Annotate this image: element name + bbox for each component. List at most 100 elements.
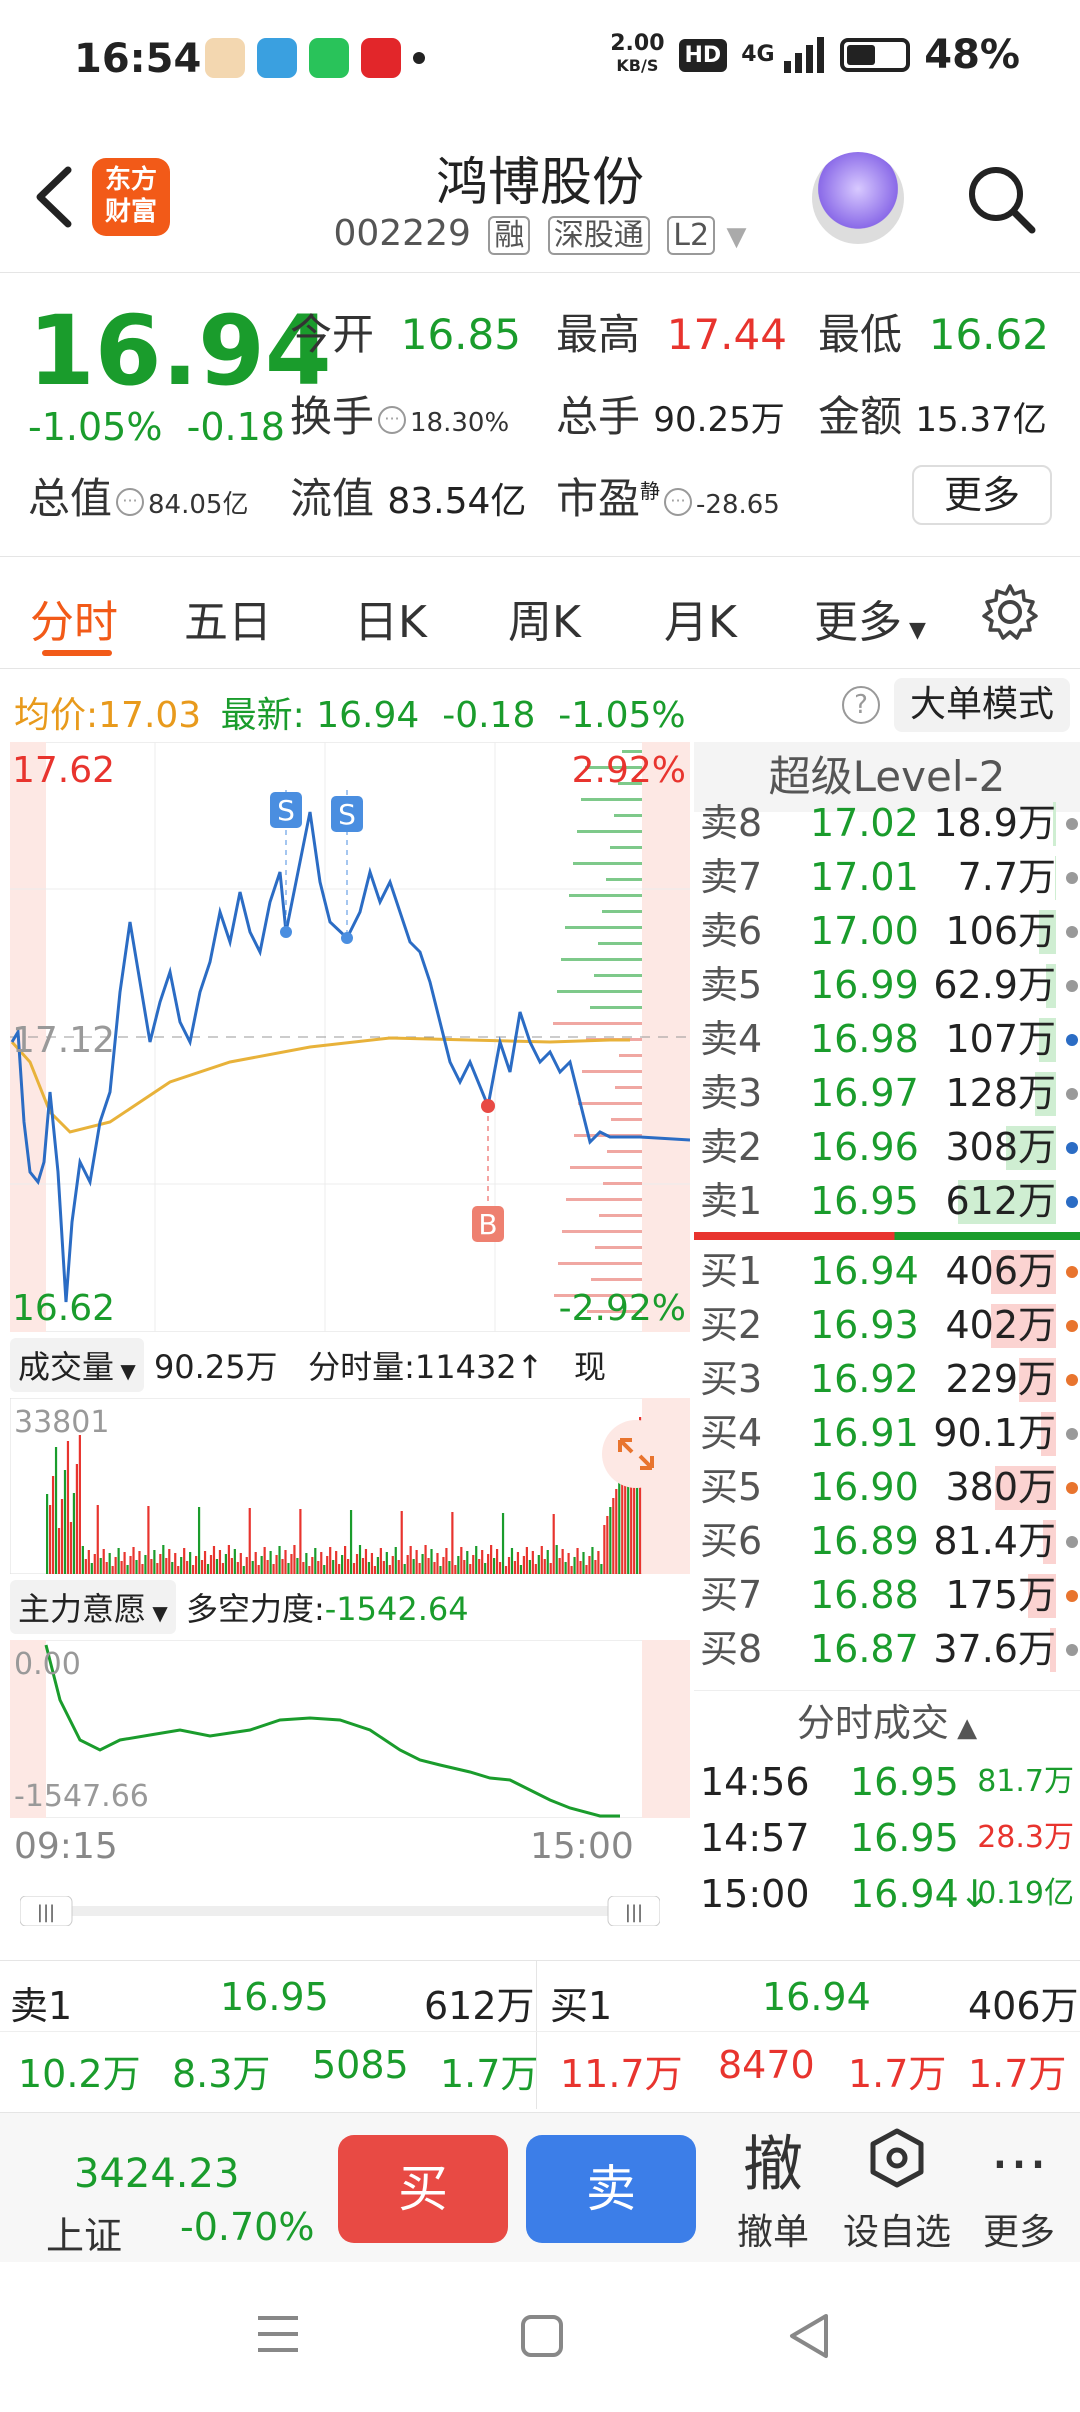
book-price: 16.97 bbox=[810, 1071, 919, 1115]
volume-bar bbox=[114, 1557, 117, 1574]
volume-bar bbox=[314, 1548, 317, 1574]
volume-bar bbox=[588, 1556, 591, 1574]
big-order-mode-button[interactable]: 大单模式 bbox=[894, 678, 1070, 732]
volume-bar bbox=[93, 1554, 96, 1574]
volume-bar bbox=[439, 1566, 442, 1574]
volume-bar bbox=[516, 1552, 520, 1574]
force-indicator-select[interactable]: 主力意愿 ▼ bbox=[10, 1580, 176, 1634]
bid-row[interactable]: 买2 16.93 402万 bbox=[694, 1298, 1080, 1352]
home-icon[interactable] bbox=[520, 2314, 564, 2358]
bid-row[interactable]: 买8 16.87 37.6万 bbox=[694, 1622, 1080, 1676]
sell-button[interactable]: 卖 bbox=[526, 2135, 696, 2243]
volume-bar bbox=[227, 1545, 230, 1574]
volume-bar bbox=[361, 1558, 365, 1574]
strip-bid-cell: 1.7万 bbox=[968, 2052, 1067, 2096]
force-chart[interactable]: 0.00 -1547.66 bbox=[10, 1640, 690, 1818]
bid-row[interactable]: 买3 16.92 229万 bbox=[694, 1352, 1080, 1406]
tab-more[interactable]: 更多 ▼ bbox=[814, 586, 926, 650]
volume-bar bbox=[248, 1508, 251, 1574]
ask-row[interactable]: 卖8 17.02 18.9万 bbox=[694, 796, 1080, 850]
tab-five-day[interactable]: 五日 bbox=[184, 586, 272, 650]
volume-bar bbox=[105, 1562, 108, 1574]
tick-trades-list: 14:56 16.95 81.7万 14:57 16.95 28.3万 15:00 16.94… bbox=[694, 1754, 1080, 1922]
chart-mid-label: 17.12 bbox=[12, 1020, 115, 1061]
volume-bar bbox=[75, 1464, 78, 1574]
volume-bar bbox=[275, 1555, 278, 1574]
volume-bar bbox=[329, 1547, 332, 1574]
volume-bar bbox=[585, 1565, 588, 1574]
force-value: -1542.64 bbox=[324, 1590, 469, 1628]
back-nav-icon[interactable] bbox=[786, 2312, 830, 2360]
help-icon[interactable]: ? bbox=[842, 686, 880, 724]
bid-row[interactable]: 买7 16.88 175万 bbox=[694, 1568, 1080, 1622]
netease-icon bbox=[361, 38, 401, 78]
book-price: 16.96 bbox=[810, 1125, 919, 1169]
volume-bar bbox=[177, 1566, 180, 1574]
tab-weekly-k[interactable]: 周K bbox=[508, 586, 581, 650]
stock-code-row[interactable]: 002229 融 深股通 L2 ▼ bbox=[0, 210, 1080, 255]
book-level: 卖2 bbox=[700, 1125, 763, 1169]
bid-row[interactable]: 买1 16.94 406万 bbox=[694, 1244, 1080, 1298]
intraday-chart[interactable]: S S B 17.62 17.12 16.62 2.92% -2.92% bbox=[10, 742, 690, 1332]
volume-bar bbox=[564, 1562, 567, 1574]
ask-row[interactable]: 卖4 16.98 107万 bbox=[694, 1012, 1080, 1066]
more-actions-button[interactable]: ··· 更多 bbox=[964, 2127, 1074, 2255]
assistant-robot-icon[interactable] bbox=[812, 152, 904, 244]
minute-volume: 分时量:11432 bbox=[308, 1348, 517, 1386]
volume-bar bbox=[260, 1556, 263, 1574]
depth-line bbox=[619, 1054, 642, 1057]
volume-bar bbox=[466, 1551, 469, 1574]
menu-icon[interactable] bbox=[256, 2314, 300, 2354]
volume-bar bbox=[320, 1552, 323, 1574]
volume-bar bbox=[528, 1560, 531, 1574]
bid-row[interactable]: 买4 16.91 90.1万 bbox=[694, 1406, 1080, 1460]
time-range-slider[interactable]: ||| ||| bbox=[20, 1896, 660, 1926]
book-volume: 37.6万 bbox=[933, 1627, 1056, 1671]
depth-line bbox=[565, 926, 642, 929]
ask-row[interactable]: 卖1 16.95 612万 bbox=[694, 1174, 1080, 1228]
strip-ask-price: 16.95 bbox=[220, 1975, 329, 2019]
volume-chart[interactable]: 33801 bbox=[10, 1398, 690, 1574]
trade-volume: 28.3万 bbox=[977, 1820, 1074, 1855]
add-watchlist-button[interactable]: 设自选 bbox=[842, 2127, 952, 2255]
tab-monthly-k[interactable]: 月K bbox=[664, 586, 737, 650]
ask-row[interactable]: 卖2 16.96 308万 bbox=[694, 1120, 1080, 1174]
gear-icon[interactable] bbox=[980, 582, 1040, 642]
book-volume: 62.9万 bbox=[933, 963, 1056, 1007]
ask-row[interactable]: 卖5 16.99 62.9万 bbox=[694, 958, 1080, 1012]
volume-bar bbox=[63, 1470, 67, 1574]
bid-row[interactable]: 买5 16.90 380万 bbox=[694, 1460, 1080, 1514]
high-price: 最高 17.44 bbox=[556, 310, 787, 359]
quote-more-button[interactable]: 更多 bbox=[912, 465, 1052, 525]
tab-intraday[interactable]: 分时 bbox=[30, 586, 118, 650]
volume-bar bbox=[355, 1554, 359, 1574]
volume-bar bbox=[344, 1546, 347, 1574]
tick-trades-header[interactable]: 分时成交 ▲ bbox=[694, 1690, 1080, 1754]
volume-bar bbox=[412, 1559, 415, 1574]
volume-bar bbox=[132, 1547, 135, 1574]
volume-bar bbox=[126, 1565, 129, 1574]
depth-line bbox=[594, 974, 642, 977]
ask-row[interactable]: 卖7 17.01 7.7万 bbox=[694, 850, 1080, 904]
total-volume: 总手 90.25万 bbox=[556, 392, 785, 441]
search-icon[interactable] bbox=[962, 160, 1042, 240]
notification-icons bbox=[205, 38, 425, 78]
volume-bar bbox=[534, 1564, 537, 1574]
cancel-order-button[interactable]: 撤 撤单 bbox=[718, 2127, 828, 2255]
telegram-icon bbox=[257, 38, 297, 78]
volume-indicator-select[interactable]: 成交量 ▼ bbox=[10, 1338, 144, 1392]
net-speed: 2.00 KB/S bbox=[610, 31, 665, 76]
volume-bar bbox=[341, 1555, 344, 1574]
bid-row[interactable]: 买6 16.89 81.4万 bbox=[694, 1514, 1080, 1568]
trade-time: 14:56 bbox=[700, 1760, 810, 1804]
ask-row[interactable]: 卖3 16.97 128万 bbox=[694, 1066, 1080, 1120]
tab-daily-k[interactable]: 日K bbox=[354, 586, 427, 650]
book-level: 卖7 bbox=[700, 855, 763, 899]
buy-button[interactable]: 买 bbox=[338, 2135, 508, 2243]
book-volume: 128万 bbox=[945, 1071, 1056, 1115]
volume-bar bbox=[284, 1550, 287, 1574]
book-price: 17.00 bbox=[810, 909, 919, 953]
ask-row[interactable]: 卖6 17.00 106万 bbox=[694, 904, 1080, 958]
volume-bar bbox=[180, 1557, 183, 1574]
volume-bar bbox=[290, 1554, 293, 1574]
